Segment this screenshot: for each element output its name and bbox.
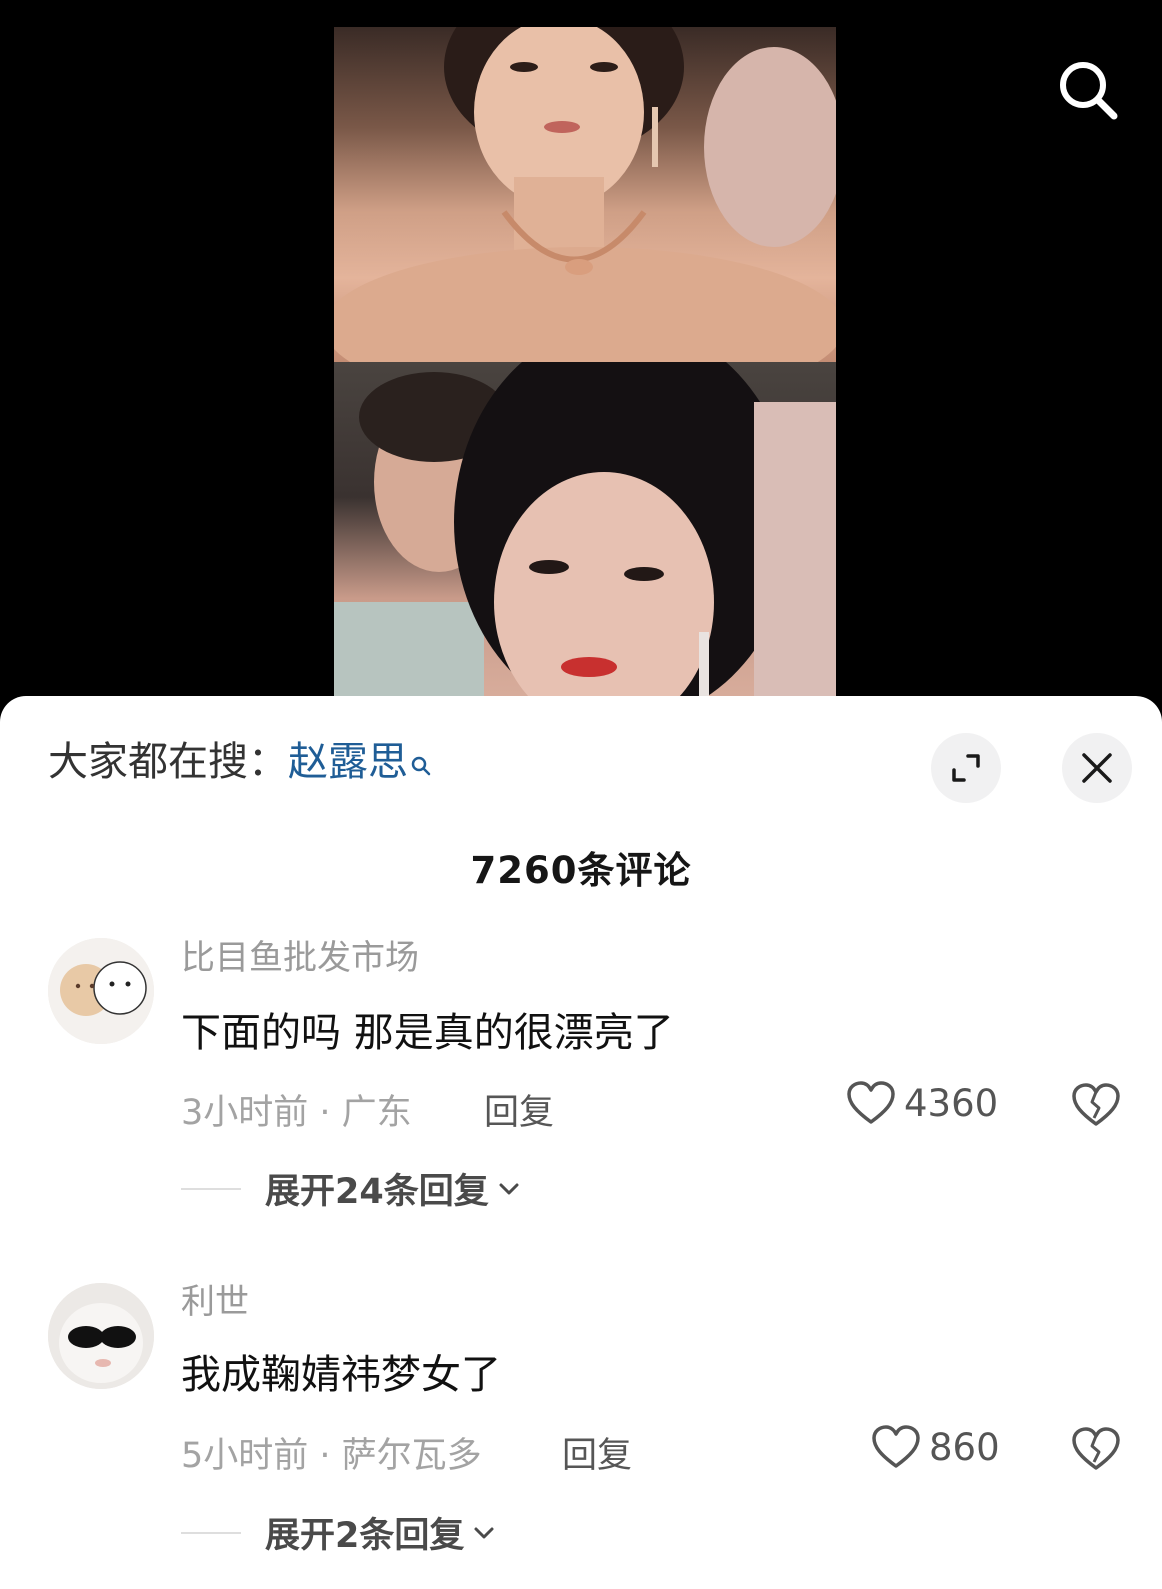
trending-search[interactable]: 大家都在搜：赵露思 — [48, 738, 432, 788]
comment-meta: 5小时前 · 萨尔瓦多 — [181, 1436, 482, 1476]
video-player[interactable] — [0, 0, 1162, 700]
comment-count: 7260条评论 — [470, 849, 692, 892]
chevron-down-icon — [474, 1527, 494, 1538]
expand-replies-button[interactable]: 展开2条回复 — [181, 1507, 496, 1558]
search-button[interactable] — [1053, 55, 1123, 125]
dislike-button[interactable] — [1069, 1422, 1123, 1476]
divider-line — [181, 1187, 241, 1190]
expand-replies-label: 展开2条回复 — [265, 1516, 465, 1556]
like-count: 4360 — [904, 1081, 999, 1125]
video-frame-bottom — [334, 362, 836, 700]
reply-button[interactable]: 回复 — [484, 1084, 554, 1135]
broken-heart-icon — [1072, 1427, 1120, 1470]
trending-prefix: 大家都在搜： — [48, 739, 288, 785]
heart-icon — [847, 1081, 895, 1124]
comment-text: 我成鞠婧祎梦女了 — [181, 1352, 501, 1398]
dislike-button[interactable] — [1069, 1078, 1123, 1132]
video-frame-top — [334, 27, 836, 362]
like-button[interactable]: 4360 — [846, 1080, 998, 1126]
broken-heart-icon — [1072, 1083, 1120, 1126]
expand-replies-button[interactable]: 展开24条回复 — [181, 1163, 521, 1214]
comment-meta: 3小时前 · 广东 — [181, 1093, 412, 1133]
avatar[interactable] — [48, 938, 154, 1044]
heart-icon — [872, 1425, 920, 1468]
comment-username[interactable]: 比目鱼批发市场 — [181, 930, 419, 979]
like-button[interactable]: 860 — [871, 1424, 1000, 1470]
chevron-down-icon — [499, 1183, 519, 1194]
expand-button[interactable] — [931, 733, 1001, 803]
divider-line — [181, 1531, 241, 1534]
comment-text: 下面的吗 那是真的很漂亮了 — [181, 1010, 674, 1056]
close-icon — [1082, 753, 1112, 783]
expand-replies-label: 展开24条回复 — [265, 1172, 489, 1212]
like-count: 860 — [929, 1425, 1000, 1469]
search-icon — [1060, 62, 1118, 120]
expand-icon — [952, 754, 980, 782]
reply-button[interactable]: 回复 — [562, 1427, 632, 1478]
comment-username[interactable]: 利世 — [181, 1274, 249, 1323]
search-icon — [410, 740, 432, 788]
avatar[interactable] — [48, 1283, 154, 1389]
close-button[interactable] — [1062, 733, 1132, 803]
trending-keyword-link[interactable]: 赵露思 — [288, 739, 408, 785]
